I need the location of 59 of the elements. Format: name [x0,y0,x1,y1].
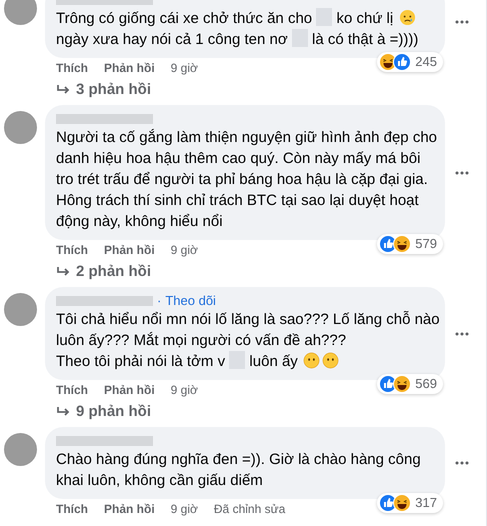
comment-text-line: động này, không hiểu nổi [56,212,223,232]
replies-count: 9 phản hồi [76,402,151,422]
like-link[interactable]: Thích [56,380,88,398]
reaction-summary[interactable]: 569 [377,374,443,394]
reaction-summary[interactable]: 317 [377,493,443,513]
laughing-face-reaction-icon [393,494,412,512]
laughing-face-reaction-icon [393,235,412,253]
like-reaction-icon [393,53,412,71]
crying-face-emoji-icon [399,9,416,26]
timestamp: 9 giờ [170,242,198,258]
reply-link[interactable]: Phản hồi [104,500,155,518]
comment-text-line: Chào hàng đúng nghĩa đen =)). Giờ là chào hàng công [56,450,421,470]
reply-link[interactable]: Phản hồi [104,380,155,398]
avatar[interactable] [4,111,37,144]
reaction-count: 579 [415,235,437,254]
timestamp: 9 giờ [170,382,198,398]
view-replies-link[interactable]: 2 phản hồi [45,262,486,282]
reply-arrow-icon [56,406,70,418]
reaction-summary[interactable]: 579 [377,234,443,254]
avatar[interactable] [4,0,37,25]
comment-text-line: Theo tôi phải nói là tởm v luôn ấy [56,351,340,372]
reply-link[interactable]: Phản hồi [104,58,155,76]
comment-text-line: Người ta cố gắng làm thiện nguyện giữ hình ảnh đẹp cho [56,128,438,148]
reaction-count: 245 [415,53,437,72]
more-options-icon[interactable] [455,170,469,174]
comment-text-line: luôn ấy??? Mắt mọi người có vấn đề ah??? [56,331,346,351]
reaction-summary[interactable]: 245 [377,52,443,72]
reply-link[interactable]: Phản hồi [104,240,155,258]
comment-text-line: Tôi chả hiểu nổi mn nói lố lăng là sao??? Lố lăng chỗ nào [56,310,440,330]
view-replies-link[interactable]: 3 phản hồi [45,80,486,100]
reaction-count: 317 [415,494,437,512]
comment-text-line: Trông có giống cái xe chở thức ăn cho ko chứ lị [56,8,418,29]
comment-text-line: tro trét trấu để người ta phỉ báng hoa hậu là cặp đại gia. [56,170,428,190]
separator-dot: · [157,292,162,310]
comment-text-line: Hông trách thí sinh chỉ trách BTC tại sao lại duyệt hoạt [56,191,419,211]
follow-link[interactable]: Theo dõi [165,291,216,311]
more-options-icon[interactable] [455,332,469,336]
replies-count: 2 phản hồi [76,262,151,282]
like-link[interactable]: Thích [56,58,88,76]
timestamp: 9 giờ [170,60,198,76]
reply-arrow-icon [56,266,70,278]
comment-text-line: danh hiệu hoa hậu thêm cao quý. Còn này mấy má bôi [56,149,420,169]
avatar[interactable] [4,293,37,326]
blank-face-emoji-icon [302,352,320,369]
avatar[interactable] [4,433,37,466]
reaction-count: 569 [415,375,437,394]
more-options-icon[interactable] [455,20,469,24]
timestamp: 9 giờ [170,500,198,518]
reply-arrow-icon [56,84,70,96]
like-link[interactable]: Thích [56,240,88,258]
laughing-face-reaction-icon [393,375,412,393]
more-options-icon[interactable] [455,461,469,465]
replies-count: 3 phản hồi [76,80,151,100]
view-replies-link[interactable]: 9 phản hồi [45,402,486,422]
comment-text-line: ngày xưa hay nói cả 1 công ten nơ là có thật à =)))) [56,29,418,50]
edited-label: Đã chỉnh sửa [214,500,286,518]
comment-text-line: khai luôn, không cần giấu diếm [56,471,263,491]
like-link[interactable]: Thích [56,500,88,518]
blank-face-emoji-icon [322,352,339,369]
